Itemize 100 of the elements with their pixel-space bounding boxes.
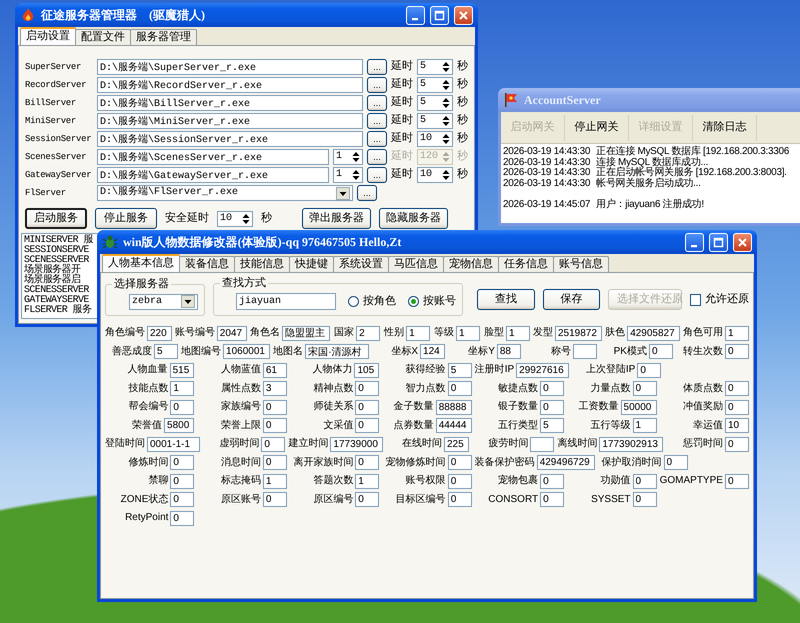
path-field[interactable]: D:\服务端\SessionServer_r.exe	[97, 131, 363, 147]
radio-button[interactable]	[408, 296, 419, 307]
radio-label[interactable]: 按账号	[423, 294, 456, 308]
value-field[interactable]: 0	[355, 418, 380, 434]
value-field[interactable]: 1	[506, 326, 530, 341]
browse-button[interactable]: ...	[367, 167, 387, 183]
path-field[interactable]: D:\服务端\RecordServer_r.exe	[97, 77, 363, 93]
path-field[interactable]: D:\服务端\SuperServer_r.exe	[97, 59, 363, 75]
value-field[interactable]: 0	[355, 455, 380, 470]
value-field[interactable]: 17739000	[330, 436, 384, 452]
value-field[interactable]: 1	[724, 326, 749, 341]
value-field[interactable]: 隐盟盟主	[282, 326, 330, 341]
value-field[interactable]: 0	[540, 492, 564, 508]
spin-arrows-icon[interactable]	[442, 61, 450, 73]
browse-button[interactable]: ...	[367, 113, 387, 129]
action-button[interactable]: 隐藏服务器	[379, 208, 448, 229]
value-field[interactable]: 1	[456, 326, 480, 341]
value-field[interactable]: 0	[448, 455, 472, 470]
tab[interactable]: 装备信息	[179, 256, 235, 272]
value-field[interactable]: 0	[170, 510, 194, 526]
value-field[interactable]: 0	[262, 418, 287, 434]
close-icon[interactable]	[737, 236, 748, 248]
tab[interactable]: 配置文件	[75, 29, 131, 45]
value-field[interactable]: 124	[420, 344, 445, 360]
delay-spinbox[interactable]: 5	[417, 95, 453, 111]
browse-button[interactable]: ...	[367, 59, 387, 75]
tab[interactable]: 技能信息	[234, 256, 290, 272]
value-field[interactable]: 220	[147, 326, 172, 341]
maximize-icon[interactable]	[434, 10, 445, 20]
value-field[interactable]: 0	[724, 474, 749, 489]
delay-spinbox[interactable]: 10	[417, 131, 453, 147]
radio-label[interactable]: 按角色	[363, 294, 396, 308]
value-field[interactable]: 0	[540, 474, 564, 489]
value-field[interactable]: 0	[262, 455, 287, 470]
path-field[interactable]: D:\服务端\BillServer_r.exe	[97, 95, 363, 111]
value-field[interactable]	[530, 436, 554, 452]
value-field[interactable]: 0	[355, 492, 380, 508]
tab[interactable]: 宠物信息	[443, 256, 499, 272]
value-field[interactable]: 1	[355, 474, 380, 489]
delay-spinbox[interactable]: 5	[417, 77, 453, 93]
action-button[interactable]: 保存	[542, 289, 600, 310]
spin-arrows-icon[interactable]	[442, 115, 450, 127]
value-field[interactable]: 0	[632, 492, 657, 508]
value-field[interactable]: 44444	[436, 418, 472, 434]
spin-arrows-icon[interactable]	[442, 79, 450, 91]
browse-button[interactable]: ...	[367, 131, 387, 147]
instance-spinbox[interactable]: 1	[333, 167, 363, 183]
value-field[interactable]: 50000	[620, 400, 657, 415]
spin-arrows-icon[interactable]	[442, 133, 450, 145]
value-field[interactable]: 1	[406, 326, 430, 341]
browse-button[interactable]: ...	[367, 77, 387, 93]
value-field[interactable]: 0	[261, 436, 286, 452]
spin-arrows-icon[interactable]	[352, 169, 360, 181]
path-field[interactable]: D:\服务端\ScenesServer_r.exe	[97, 149, 329, 165]
value-field[interactable]: 0	[355, 400, 380, 415]
value-field[interactable]: 1	[262, 474, 287, 489]
delay-spinbox[interactable]: 5	[417, 113, 453, 129]
toolbar-button[interactable]: 清除日志	[693, 114, 757, 140]
tab[interactable]: 马匹信息	[388, 256, 444, 272]
server-dropdown[interactable]: zebra	[129, 294, 198, 310]
value-field[interactable]: 5	[154, 344, 178, 360]
spin-arrows-icon[interactable]	[352, 151, 360, 163]
value-field[interactable]: 429496729	[536, 455, 596, 470]
close-icon[interactable]	[458, 10, 469, 20]
tab[interactable]: 启动设置	[20, 27, 76, 45]
value-field[interactable]: 61	[262, 362, 287, 378]
value-field[interactable]: 0	[448, 474, 472, 489]
toolbar-button[interactable]: 停止网关	[565, 114, 629, 140]
value-field[interactable]: 0	[170, 400, 194, 415]
value-field[interactable]: 0	[648, 344, 673, 360]
delay-spinbox[interactable]: 5	[417, 59, 453, 75]
spin-arrows-icon[interactable]	[242, 212, 250, 224]
value-field[interactable]: 0	[448, 492, 472, 508]
tab[interactable]: 服务器管理	[130, 29, 197, 45]
tab[interactable]: 系统设置	[333, 256, 389, 272]
action-button[interactable]: 停止服务	[95, 208, 157, 229]
delay-spinbox[interactable]: 10	[217, 210, 253, 226]
spin-arrows-icon[interactable]	[442, 97, 450, 109]
value-field[interactable]: 1	[632, 418, 657, 434]
close-button[interactable]	[733, 232, 752, 252]
checkbox[interactable]	[690, 294, 702, 306]
value-field[interactable]: 2047	[216, 326, 248, 341]
path-dropdown[interactable]: D:\服务端\FlServer_r.exe	[97, 185, 353, 201]
value-field[interactable]: 0	[637, 362, 662, 378]
maximize-button[interactable]	[430, 6, 449, 24]
value-field[interactable]: 1060001	[223, 344, 270, 360]
action-button[interactable]: 查找	[477, 289, 535, 310]
value-field[interactable]: 42905827	[627, 326, 680, 341]
value-field[interactable]: 3	[262, 381, 287, 396]
maximize-button[interactable]	[709, 232, 728, 252]
maximize-icon[interactable]	[713, 236, 724, 248]
value-field[interactable]: 0	[448, 381, 472, 396]
value-field[interactable]: 0	[262, 400, 287, 415]
path-field[interactable]: D:\服务端\GatewayServer_r.exe	[97, 167, 329, 183]
tab[interactable]: 快捷键	[289, 256, 334, 272]
minimize-button[interactable]	[685, 232, 704, 252]
value-field[interactable]: 2	[356, 326, 380, 341]
value-field[interactable]: 0	[724, 436, 749, 452]
value-field[interactable]: 225	[444, 436, 469, 452]
value-field[interactable]: 0	[170, 474, 194, 489]
